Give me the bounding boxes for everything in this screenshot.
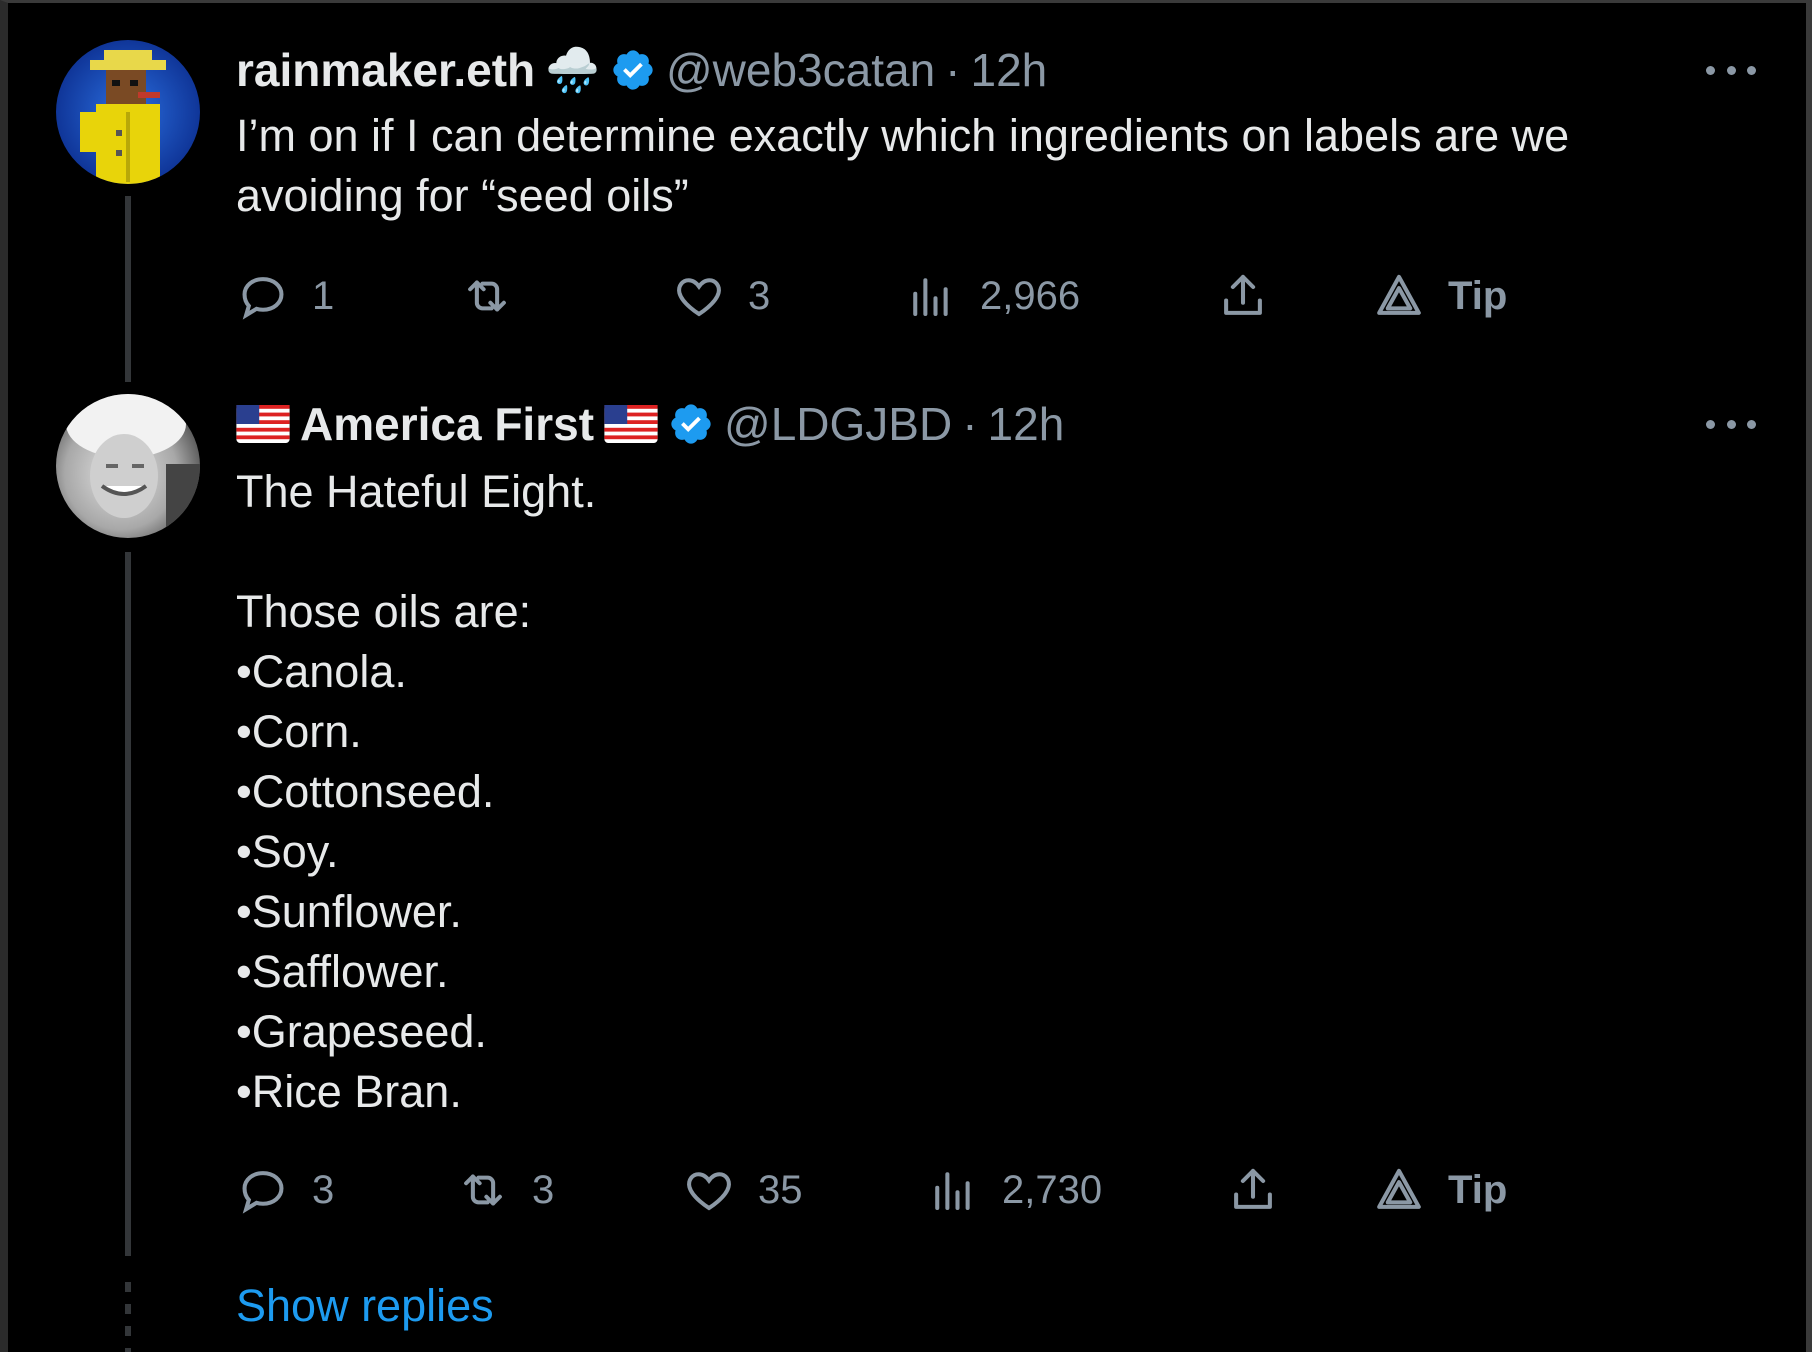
retweet-icon [464, 1174, 502, 1206]
share-button[interactable] [1226, 1158, 1280, 1222]
list-item: •Soy. [236, 826, 339, 877]
text-line [236, 522, 1676, 582]
list-item: •Sunflower. [236, 886, 462, 937]
us-flag-icon [604, 405, 658, 443]
reply-button[interactable]: 1 [236, 264, 334, 328]
tweet-text: I’m on if I can determine exactly which … [236, 106, 1676, 226]
retweet-button[interactable]: 3 [456, 1158, 554, 1222]
share-icon [1234, 1168, 1272, 1209]
views-count: 2,966 [980, 273, 1081, 318]
list-item: •Cottonseed. [236, 766, 495, 817]
retweet-button[interactable] [460, 264, 536, 328]
us-flag-icon [236, 405, 290, 443]
views-icon [935, 1172, 970, 1211]
thread-line [125, 196, 131, 382]
text-line: avoiding for “seed oils” [236, 170, 689, 221]
show-replies-link[interactable]: Show replies [236, 1280, 494, 1332]
like-button[interactable]: 35 [682, 1158, 803, 1222]
views-count: 2,730 [1002, 1167, 1103, 1212]
like-count: 3 [748, 273, 771, 318]
tweet-text: The Hateful Eight. Those oils are: •Cano… [236, 462, 1676, 1122]
views-icon [913, 278, 948, 317]
action-bar: 1 3 2,966 Tip [236, 264, 1536, 328]
tip-icon [1377, 274, 1421, 315]
tip-icon [1377, 1168, 1421, 1209]
share-icon [1224, 274, 1262, 315]
list-item: •Canola. [236, 646, 407, 697]
reply-icon [242, 1171, 284, 1214]
like-icon [687, 1172, 731, 1211]
tweet-header: rainmaker.eth 🌧️ @web3catan · 12h [236, 38, 1047, 102]
tweet-header: America First @LDGJBD · 12h [236, 392, 1064, 456]
verified-badge-icon [668, 401, 714, 447]
action-bar: 3 3 35 2,730 Tip [236, 1158, 1536, 1222]
list-item: •Corn. [236, 706, 362, 757]
timestamp[interactable]: 12h [971, 43, 1048, 97]
verified-badge-icon [610, 47, 656, 93]
more-replies-connector [125, 1282, 131, 1352]
avatar-rainmaker[interactable] [56, 40, 200, 184]
text-line: Those oils are: [236, 586, 532, 637]
like-count: 35 [758, 1167, 803, 1212]
separator-dot: · [945, 44, 961, 96]
display-name[interactable]: rainmaker.eth [236, 43, 535, 97]
rain-cloud-emoji: 🌧️ [545, 46, 600, 95]
timestamp[interactable]: 12h [988, 397, 1065, 451]
views-button[interactable]: 2,966 [904, 264, 1080, 328]
retweet-count: 3 [532, 1167, 555, 1212]
reply-icon [242, 277, 284, 320]
more-icon[interactable] [1706, 60, 1756, 80]
user-handle[interactable]: @web3catan [666, 43, 935, 97]
text-line: The Hateful Eight. [236, 466, 597, 517]
like-button[interactable]: 3 [672, 264, 770, 328]
like-icon [677, 278, 721, 317]
text-line: I’m on if I can determine exactly which … [236, 110, 1570, 161]
reply-count: 1 [312, 273, 335, 318]
list-item: •Grapeseed. [236, 1006, 487, 1057]
tip-label: Tip [1448, 273, 1508, 318]
reply-button[interactable]: 3 [236, 1158, 334, 1222]
user-handle[interactable]: @LDGJBD [724, 397, 952, 451]
tip-label: Tip [1448, 1167, 1508, 1212]
thread-line [125, 552, 131, 1256]
photo-avatar-icon [56, 394, 200, 538]
share-button[interactable] [1216, 264, 1270, 328]
display-name[interactable]: America First [300, 397, 594, 451]
retweet-icon [468, 280, 506, 312]
tip-button[interactable]: Tip [1372, 1158, 1507, 1222]
views-button[interactable]: 2,730 [926, 1158, 1102, 1222]
list-item: •Safflower. [236, 946, 449, 997]
list-item: •Rice Bran. [236, 1066, 462, 1117]
more-icon[interactable] [1706, 414, 1756, 434]
tip-button[interactable]: Tip [1372, 264, 1507, 328]
pixel-avatar-icon [56, 40, 200, 184]
reply-count: 3 [312, 1167, 335, 1212]
separator-dot: · [962, 398, 978, 450]
avatar-america-first[interactable] [56, 394, 200, 538]
